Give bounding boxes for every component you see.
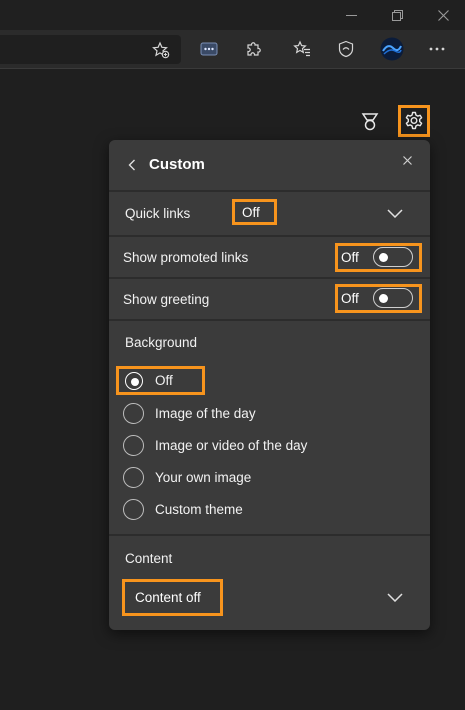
gear-icon	[405, 111, 423, 130]
address-bar[interactable]	[0, 35, 181, 64]
panel-title: Custom	[149, 156, 205, 173]
background-option-label: Custom theme	[155, 501, 243, 517]
show-promoted-links-value: Off	[341, 250, 359, 265]
background-option-label: Image of the day	[155, 405, 256, 421]
radio-button	[123, 402, 144, 424]
radio-button	[123, 434, 144, 456]
panel-header: Custom	[109, 140, 430, 190]
chevron-left-icon	[128, 159, 135, 171]
divider	[109, 235, 430, 237]
more-button[interactable]	[422, 34, 452, 64]
radio-button	[125, 371, 143, 390]
browser-toolbar	[0, 30, 465, 69]
chevron-down-icon	[387, 592, 403, 602]
close-icon	[437, 9, 449, 21]
background-option-label: Off	[155, 373, 173, 388]
close-icon	[402, 155, 412, 165]
browser-essentials-button[interactable]	[331, 34, 361, 64]
show-greeting-value: Off	[341, 291, 359, 306]
restore-button[interactable]	[375, 0, 419, 30]
extensions-icon	[247, 42, 261, 56]
show-greeting-toggle[interactable]	[373, 288, 413, 308]
background-option-image-of-day[interactable]: Image of the day	[123, 399, 256, 427]
rewards-medal-icon	[361, 113, 379, 131]
divider	[109, 319, 430, 321]
content-expand[interactable]	[385, 590, 405, 604]
quick-links-value: Off	[232, 199, 277, 225]
extension-dots-button[interactable]	[194, 34, 224, 64]
customize-panel: Custom Quick links Off Show promoted lin…	[109, 140, 430, 630]
chevron-down-icon	[387, 208, 403, 218]
panel-close-button[interactable]	[399, 152, 415, 168]
title-bar	[0, 0, 465, 30]
quick-links-label: Quick links	[125, 206, 191, 221]
background-option-label: Image or video of the day	[155, 437, 308, 453]
rewards-button[interactable]	[356, 108, 384, 136]
favorite-add-icon	[152, 41, 170, 59]
minimize-icon	[345, 14, 357, 16]
show-promoted-links-toggle[interactable]	[373, 247, 413, 267]
background-heading: Background	[125, 335, 198, 350]
restore-icon	[391, 9, 403, 21]
browser-essentials-icon	[338, 40, 354, 58]
favorite-add-button[interactable]	[146, 35, 176, 65]
show-promoted-links-label: Show promoted links	[123, 250, 249, 265]
extensions-button[interactable]	[239, 34, 269, 64]
divider	[109, 277, 430, 279]
background-option-own-image[interactable]: Your own image	[123, 463, 251, 491]
extension-dots-icon	[200, 42, 218, 56]
background-option-off[interactable]: Off	[116, 366, 205, 395]
show-greeting-label: Show greeting	[123, 292, 210, 307]
profile-button[interactable]	[377, 34, 407, 64]
divider	[109, 534, 430, 536]
background-option-label: Your own image	[155, 469, 252, 485]
minimize-button[interactable]	[329, 0, 373, 30]
radio-button	[123, 466, 144, 488]
back-button[interactable]	[123, 154, 141, 176]
background-option-custom-theme[interactable]: Custom theme	[123, 495, 243, 523]
content-heading: Content	[125, 551, 173, 566]
favorites-icon	[293, 40, 310, 57]
divider	[109, 190, 430, 192]
close-window-button[interactable]	[421, 0, 465, 30]
quick-links-expand[interactable]	[385, 206, 405, 220]
radio-button	[123, 498, 144, 520]
more-icon	[429, 47, 445, 51]
background-option-image-or-video[interactable]: Image or video of the day	[123, 431, 307, 459]
favorites-button[interactable]	[287, 34, 317, 64]
profile-avatar-icon	[380, 37, 404, 61]
content-value: Content off	[122, 579, 223, 616]
settings-button[interactable]	[398, 105, 430, 137]
